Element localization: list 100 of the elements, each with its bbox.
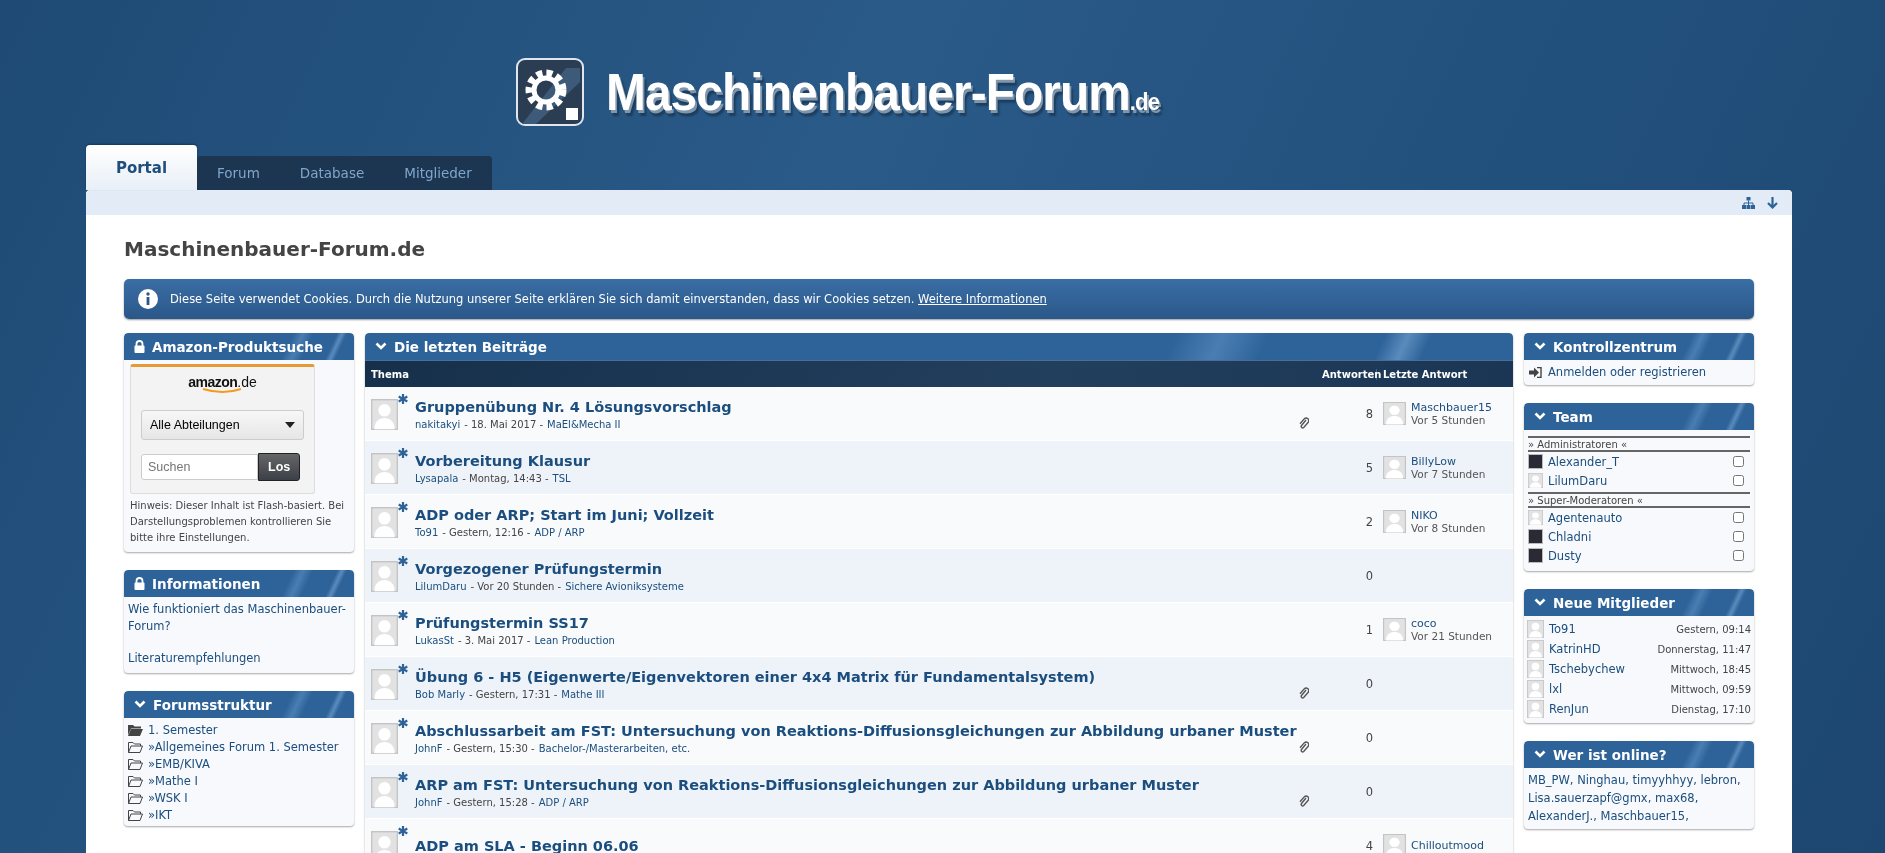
topic-title-link[interactable]: ADP oder ARP; Start im Juni; Vollzeit (415, 507, 714, 523)
forum-link[interactable]: 1. Semester (148, 722, 218, 737)
go-button[interactable]: Los (258, 453, 301, 481)
member-link[interactable]: LilumDaru (1548, 473, 1728, 488)
panel-title: Kontrollzentrum (1553, 338, 1678, 355)
author-link[interactable]: JohnF (415, 743, 443, 754)
online-user-link[interactable]: Lisa.sauerzapf@gmx, (1528, 790, 1652, 805)
panel-title: Wer ist online? (1553, 746, 1667, 763)
forum-link[interactable]: »WSK I (148, 790, 188, 805)
post-date: - Vor 20 Stunden - (470, 581, 562, 592)
author-link[interactable]: Bob Marly (415, 689, 466, 700)
forum-link[interactable]: Bachelor-/Masterarbeiten, etc. (538, 743, 691, 754)
forum-link[interactable]: Lean Production (534, 635, 615, 646)
reply-count: 5 (1364, 460, 1374, 475)
reply-count: 0 (1364, 730, 1374, 745)
online-user-link[interactable]: MB_PW, (1528, 773, 1574, 787)
online-user-link[interactable]: Ninghau, (1577, 773, 1629, 787)
avatar-icon (1527, 700, 1544, 718)
forum-link[interactable]: »Mathe I (148, 773, 198, 788)
member-link[interactable]: Dusty (1548, 548, 1728, 563)
forum-link[interactable]: Mathe III (561, 689, 605, 700)
online-user-link[interactable]: max68, (1655, 790, 1699, 805)
panel-title: Informationen (152, 575, 261, 592)
group-label: » Administratoren « (1528, 436, 1750, 452)
member-checkbox[interactable] (1733, 531, 1744, 542)
panel-title: Die letzten Beiträge (394, 338, 547, 355)
caret-icon (285, 422, 295, 428)
info-link[interactable]: Literaturempfehlungen (128, 650, 350, 667)
post-date: - 18. Mai 2017 - (464, 419, 544, 430)
online-user-link[interactable]: timyyhhyy, (1632, 773, 1697, 787)
member-checkbox[interactable] (1733, 456, 1744, 467)
last-reply-user-link[interactable]: Chilloutmood (1411, 839, 1484, 852)
online-user-link[interactable]: lebron, (1700, 773, 1741, 787)
forum-link[interactable]: ADP / ARP (538, 797, 589, 808)
member-link[interactable]: Agentenauto (1548, 510, 1728, 525)
last-reply-user-link[interactable]: BillyLow (1411, 455, 1456, 468)
arrow-down-icon[interactable] (1767, 196, 1778, 209)
page-title: Maschinenbauer-Forum.de (124, 237, 427, 261)
topic-title-link[interactable]: Vorgezogener Prüfungstermin (415, 561, 663, 577)
post-date: - 3. Mai 2017 - (457, 635, 531, 646)
member-link[interactable]: RenJun (1549, 702, 1667, 716)
online-user-link[interactable]: Maschbauer15, (1600, 808, 1689, 823)
topic-title-link[interactable]: Gruppenübung Nr. 4 Lösungsvorschlag (415, 399, 732, 415)
avatar-icon (371, 560, 398, 592)
department-dropdown[interactable]: Alle Abteilungen (141, 410, 304, 440)
nav-tab[interactable]: Database (279, 156, 385, 190)
forum-link[interactable]: »IKT (148, 807, 173, 822)
forum-link[interactable]: Sichere Avioniksysteme (565, 581, 684, 592)
nav-tab[interactable]: Forum (197, 156, 280, 190)
amazon-logo: amazon.de (141, 375, 304, 394)
avatar-icon (1527, 660, 1544, 678)
panel-title: Team (1553, 408, 1593, 425)
author-link[interactable]: LukasSt (415, 635, 454, 646)
forum-link[interactable]: MaEl&Mecha II (547, 419, 621, 430)
forum-link[interactable]: ADP / ARP (534, 527, 585, 538)
topic-title-link[interactable]: Vorbereitung Klausur (415, 453, 591, 469)
last-reply-user-link[interactable]: coco (1411, 617, 1437, 630)
nav-tab[interactable]: Portal (86, 145, 197, 190)
author-link[interactable]: JohnF (415, 797, 443, 808)
new-post-asterisk-icon (398, 447, 408, 458)
topic-title-link[interactable]: Übung 6 - H5 (Eigenwerte/Eigenvektoren einer 4x4 Matrix für Fundamentalsystem) (415, 669, 1096, 685)
topic-title-link[interactable]: ARP am FST: Untersuchung von Reaktions-Diffusionsgleichungen zur Abbildung urbaner Muster (415, 777, 1199, 793)
reply-count: 0 (1364, 676, 1374, 691)
search-field[interactable]: Suchen (141, 454, 258, 480)
new-post-asterisk-icon (398, 609, 408, 620)
member-link[interactable]: Tschebychew (1549, 662, 1666, 676)
forum-link[interactable]: TSL (552, 473, 571, 484)
column-header: Thema (370, 368, 410, 380)
new-post-asterisk-icon (398, 393, 408, 404)
topic-title-link[interactable]: Abschlussarbeit am FST: Untersuchung von Reaktions-Diffusionsgleichungen zur Abbildung urbaner Muster (415, 723, 1297, 739)
member-link[interactable]: To91 (1549, 622, 1672, 636)
last-reply-user-link[interactable]: NIKO (1411, 509, 1438, 522)
member-link[interactable]: lxl (1549, 682, 1666, 696)
member-link[interactable]: KatrinHD (1549, 642, 1653, 656)
member-link[interactable]: Alexander_T (1548, 454, 1728, 469)
author-link[interactable]: nakitakyi (415, 419, 461, 430)
new-post-asterisk-icon (398, 825, 408, 836)
member-checkbox[interactable] (1733, 550, 1744, 561)
forum-link[interactable]: »Allgemeines Forum 1. Semester (148, 739, 339, 754)
member-checkbox[interactable] (1733, 475, 1744, 486)
author-link[interactable]: To91 (415, 527, 439, 538)
more-info-link[interactable]: Weitere Informationen (918, 292, 1047, 306)
member-link[interactable]: Chladni (1548, 529, 1728, 544)
topic-title-link[interactable]: Prüfungstermin SS17 (415, 615, 589, 631)
last-reply-time: Vor 21 Stunden (1411, 630, 1493, 642)
last-reply-time: Vor 5 Stunden (1411, 414, 1487, 426)
author-link[interactable]: LilumDaru (415, 581, 467, 592)
avatar-icon (1383, 402, 1406, 425)
forum-link[interactable]: »EMB/KIVA (148, 756, 210, 771)
nav-tab[interactable]: Mitglieder (384, 156, 492, 190)
post-date: - Gestern, 12:16 - (442, 527, 531, 538)
member-checkbox[interactable] (1733, 512, 1744, 523)
author-link[interactable]: Lysapala (415, 473, 459, 484)
reply-count: 4 (1364, 838, 1374, 853)
post-date: - Gestern, 15:30 - (446, 743, 535, 754)
login-register-link[interactable]: Anmelden oder registrieren (1548, 365, 1707, 379)
info-link[interactable]: Wie funktioniert das Maschinenbauer-Forum? (128, 601, 350, 635)
last-reply-user-link[interactable]: Maschbauer15 (1411, 401, 1492, 414)
sitemap-icon[interactable] (1742, 196, 1755, 209)
online-user-link[interactable]: AlexanderJ., (1528, 808, 1597, 823)
